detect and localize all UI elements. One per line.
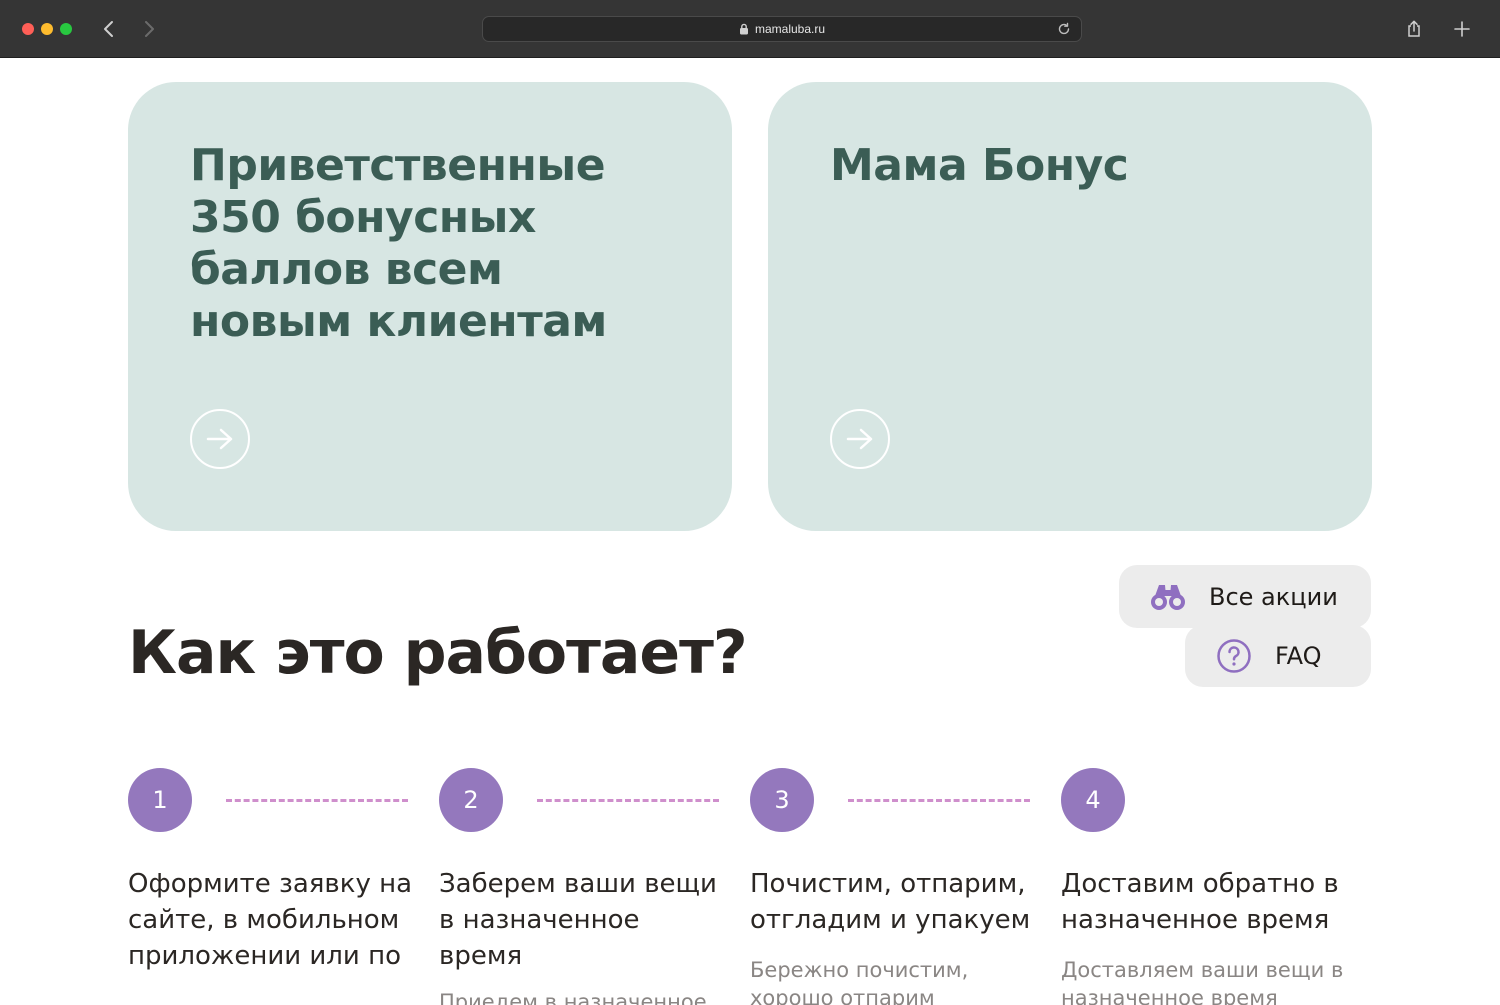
promo-card-title: Мама Бонус [830,140,1129,191]
how-it-works-title: Как это работает? [128,618,748,688]
lock-icon [739,23,748,35]
step-connector [537,799,719,802]
url-text: mamaluba.ru [754,22,826,36]
plus-icon [1454,21,1470,37]
step-title: Заберем ваши вещи в назначенное время [439,869,717,971]
step-title: Доставим обратно в назначенное время [1061,869,1339,935]
chevron-right-icon [145,21,154,37]
arrow-right-icon [846,428,873,450]
step-number: 2 [439,768,503,832]
address-bar[interactable]: mamaluba.ru [482,16,1082,42]
step-connector [226,799,408,802]
reload-icon[interactable] [1057,22,1071,36]
step-description: Доставляем ваши вещи в назначенное время [1061,958,1344,1005]
forward-button[interactable] [135,14,163,44]
promo-card-welcome-bonus[interactable]: Приветственные 350 бонусных баллов всем … [128,82,732,531]
close-window-button[interactable] [22,23,34,35]
question-circle-icon [1215,637,1253,675]
faq-button[interactable]: FAQ [1185,625,1371,687]
all-actions-label: Все акции [1209,582,1338,611]
binoculars-icon [1149,578,1187,616]
chevron-left-icon [104,21,113,37]
step-title: Оформите заявку на сайте, в мобильном пр… [128,869,413,971]
arrow-right-icon [206,428,233,450]
step-number: 3 [750,768,814,832]
step-description: Приедем в назначенное [439,990,707,1005]
promo-card-title: Приветственные 350 бонусных баллов всем … [190,140,607,347]
new-tab-button[interactable] [1450,16,1474,42]
step-number: 4 [1061,768,1125,832]
browser-toolbar: mamaluba.ru [0,0,1500,58]
minimize-window-button[interactable] [41,23,53,35]
step-connector [848,799,1030,802]
share-button[interactable] [1402,16,1426,42]
share-icon [1408,20,1420,37]
faq-label: FAQ [1275,642,1322,670]
all-actions-button[interactable]: Все акции [1119,565,1371,628]
maximize-window-button[interactable] [60,23,72,35]
back-button[interactable] [95,14,123,44]
step-description: Бережно почистим, хорошо отпарим [750,958,969,1005]
promo-card-arrow-button[interactable] [190,409,250,469]
step-number: 1 [128,768,192,832]
step-title: Почистим, отпарим, отгладим и упакуем [750,869,1031,935]
promo-card-mama-bonus[interactable]: Мама Бонус [768,82,1372,531]
promo-card-arrow-button[interactable] [830,409,890,469]
